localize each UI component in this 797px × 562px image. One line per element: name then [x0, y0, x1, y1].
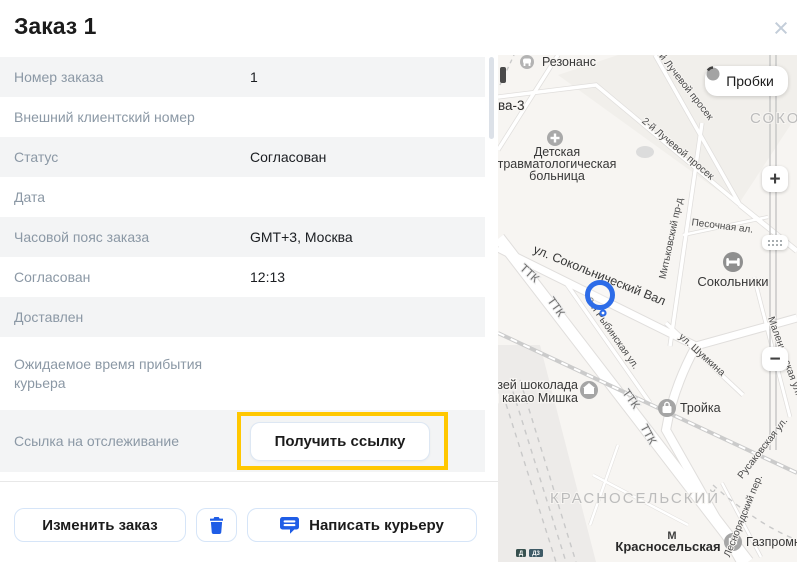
scrollbar-thumb[interactable] [489, 57, 494, 139]
map-label: больница [529, 169, 585, 183]
close-icon[interactable]: × [766, 14, 796, 44]
chat-icon [280, 517, 299, 534]
message-courier-button[interactable]: Написать курьеру [247, 508, 477, 542]
zoom-slider-handle[interactable] [762, 235, 788, 250]
zoom-in-button[interactable]: + [762, 166, 788, 192]
map-label: Тройка [680, 401, 721, 415]
row-value: 12:13 [250, 269, 285, 285]
table-row: Доставлен [0, 297, 485, 337]
zoom-out-button[interactable]: − [762, 347, 788, 371]
delete-order-button[interactable] [196, 508, 237, 542]
map-label: и какао Мишка [498, 391, 578, 405]
row-value: 1 [250, 69, 258, 85]
trash-icon [209, 517, 224, 534]
table-row: Ожидаемое время прибытия курьера [0, 337, 485, 410]
edit-order-button[interactable]: Изменить заказ [14, 508, 186, 542]
pond [636, 146, 654, 158]
row-value: GMT+3, Москва [250, 229, 353, 245]
page-title: Заказ 1 [14, 13, 96, 40]
table-row: Часовой пояс заказа GMT+3, Москва [0, 217, 485, 257]
row-label: Часовой пояс заказа [14, 228, 239, 247]
map-label: ва-3 [498, 98, 525, 113]
row-label: Доставлен [14, 308, 239, 327]
row-label: Номер заказа [14, 68, 239, 87]
table-row: Номер заказа 1 [0, 57, 485, 97]
map-label: Сокольники [697, 274, 768, 289]
traffic-button[interactable]: Пробки [705, 66, 788, 96]
map-canvas[interactable]: Резонанс ва-3 Детская травматологическая… [498, 55, 797, 562]
order-dialog: Заказ 1 × Номер заказа 1 Внешний клиентс… [0, 0, 797, 562]
table-row: Согласован 12:13 [0, 257, 485, 297]
district-label: КРАСНОСЕЛЬСКИЙ [550, 489, 720, 507]
map-label: Резонанс [542, 55, 596, 69]
row-label: Согласован [14, 268, 239, 287]
table-row: Внешний клиентский номер [0, 97, 485, 137]
drag-dots-icon [768, 240, 770, 242]
traffic-label: Пробки [726, 73, 774, 89]
map-label: Музей шоколада [498, 378, 578, 392]
divider [0, 481, 498, 482]
rail-badge-label: Д3 [532, 551, 540, 557]
message-courier-label: Написать курьеру [309, 517, 444, 534]
map-label: Газпромнефть [746, 535, 797, 549]
district-label: СОКОЛЬНИКИ [750, 110, 797, 127]
get-link-button[interactable]: Получить ссылку [250, 422, 430, 461]
row-label: Дата [14, 188, 239, 207]
row-label: Ссылка на отслеживание [14, 432, 239, 451]
row-label: Внешний клиентский номер [14, 108, 239, 127]
table-row: Дата [0, 177, 485, 217]
row-label: Ожидаемое время прибытия курьера [14, 355, 239, 393]
station-icon [500, 67, 506, 83]
table-row: Статус Согласован [0, 137, 485, 177]
map-label: Красносельская [615, 539, 720, 554]
row-label: Статус [14, 148, 239, 167]
row-value: Согласован [250, 149, 326, 165]
map-tiles: Резонанс ва-3 Детская травматологическая… [498, 55, 797, 562]
rail-badge-label: Д [519, 551, 524, 557]
